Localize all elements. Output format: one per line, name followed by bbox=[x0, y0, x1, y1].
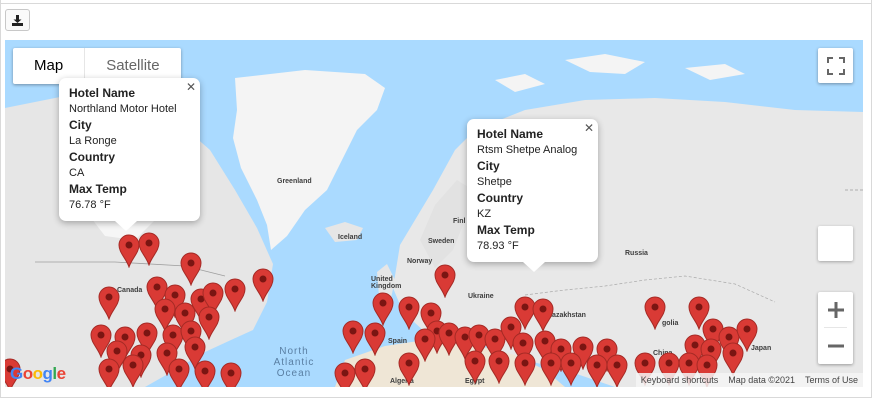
map-marker[interactable] bbox=[342, 320, 364, 354]
map-marker[interactable] bbox=[540, 352, 562, 386]
map-marker[interactable] bbox=[464, 350, 486, 384]
max-temp-label: Max Temp bbox=[477, 223, 535, 237]
map-marker[interactable] bbox=[334, 362, 356, 387]
max-temp-value: 78.93 °F bbox=[477, 240, 519, 252]
plus-icon bbox=[827, 301, 844, 318]
keyboard-shortcuts-link[interactable]: Keyboard shortcuts bbox=[636, 373, 724, 387]
map-marker[interactable] bbox=[488, 350, 510, 384]
download-icon bbox=[12, 14, 23, 26]
label-sweden: Sweden bbox=[428, 238, 455, 245]
google-logo: Google bbox=[10, 364, 66, 383]
label-ocean: North Atlantic Ocean bbox=[273, 346, 315, 379]
label-iceland: Iceland bbox=[338, 234, 363, 241]
hotel-name-label: Hotel Name bbox=[477, 127, 544, 141]
map-marker[interactable] bbox=[372, 292, 394, 326]
map-marker[interactable] bbox=[118, 234, 140, 268]
label-greenland: Greenland bbox=[277, 178, 312, 185]
map-marker[interactable] bbox=[224, 278, 246, 312]
city-label: City bbox=[477, 159, 500, 173]
close-icon[interactable]: ✕ bbox=[584, 120, 594, 136]
info-window-tail bbox=[115, 221, 137, 231]
country-label: Country bbox=[477, 191, 523, 205]
map-marker[interactable] bbox=[168, 358, 190, 387]
map-marker[interactable] bbox=[398, 296, 420, 330]
label-finland: Finl bbox=[453, 218, 466, 225]
label-ukraine: Ukraine bbox=[468, 293, 494, 300]
map-data-text: Map data ©2021 bbox=[728, 375, 795, 385]
zoom-in-button[interactable] bbox=[818, 292, 853, 327]
map-marker[interactable] bbox=[722, 342, 744, 376]
info-window-2: ✕ Hotel Name Rtsm Shetpe Analog City She… bbox=[467, 119, 598, 272]
map-marker[interactable] bbox=[434, 264, 456, 298]
map-marker[interactable] bbox=[180, 252, 202, 286]
label-canada: Canada bbox=[117, 287, 143, 294]
map-marker[interactable] bbox=[194, 360, 216, 387]
country-label: Country bbox=[69, 150, 115, 164]
download-button[interactable] bbox=[5, 9, 30, 31]
map-marker[interactable] bbox=[606, 354, 628, 387]
map-marker[interactable] bbox=[644, 296, 666, 330]
city-value: La Ronge bbox=[69, 135, 117, 147]
street-view-button[interactable] bbox=[818, 226, 853, 261]
map-marker[interactable] bbox=[220, 362, 242, 387]
hotel-name-label: Hotel Name bbox=[69, 86, 136, 100]
label-russia: Russia bbox=[625, 250, 648, 257]
fullscreen-button[interactable] bbox=[818, 48, 853, 83]
map-marker[interactable] bbox=[514, 352, 536, 386]
close-icon[interactable]: ✕ bbox=[186, 79, 196, 95]
max-temp-label: Max Temp bbox=[69, 182, 127, 196]
map-attribution: Keyboard shortcuts Map data ©2021 Terms … bbox=[635, 373, 863, 387]
hotel-name-value: Northland Motor Hotel bbox=[69, 103, 177, 115]
info-window-1: ✕ Hotel Name Northland Motor Hotel City … bbox=[59, 78, 200, 231]
map-marker[interactable] bbox=[122, 354, 144, 387]
zoom-out-button[interactable] bbox=[818, 328, 853, 363]
city-value: Shetpe bbox=[477, 176, 512, 188]
map-marker[interactable] bbox=[252, 268, 274, 302]
map-marker[interactable] bbox=[98, 286, 120, 320]
terms-of-use-link[interactable]: Terms of Use bbox=[800, 373, 863, 387]
map-marker[interactable] bbox=[364, 322, 386, 356]
info-window-tail bbox=[523, 262, 545, 272]
city-label: City bbox=[69, 118, 92, 132]
label-united-kingdom: United Kingdom bbox=[371, 276, 402, 290]
fullscreen-icon bbox=[826, 56, 845, 75]
zoom-control bbox=[818, 292, 853, 364]
label-norway: Norway bbox=[407, 258, 433, 265]
country-value: CA bbox=[69, 167, 85, 179]
map-marker[interactable] bbox=[532, 298, 554, 332]
map-marker[interactable] bbox=[138, 232, 160, 266]
map-marker[interactable] bbox=[398, 352, 420, 386]
minus-icon bbox=[827, 344, 844, 347]
hotel-name-value: Rtsm Shetpe Analog bbox=[477, 144, 578, 156]
map-marker[interactable] bbox=[560, 352, 582, 386]
map-widget[interactable]: Greenland Iceland Finl Sweden Norway Rus… bbox=[5, 40, 863, 387]
country-value: KZ bbox=[477, 208, 492, 220]
map-marker[interactable] bbox=[586, 354, 608, 387]
label-spain: Spain bbox=[388, 338, 408, 345]
max-temp-value: 76.78 °F bbox=[69, 199, 111, 211]
map-marker[interactable] bbox=[354, 358, 376, 387]
map-marker[interactable] bbox=[98, 358, 120, 387]
